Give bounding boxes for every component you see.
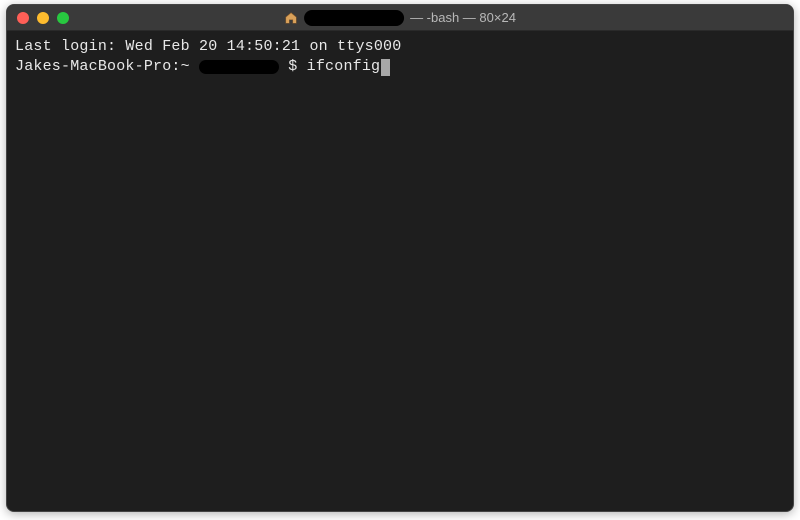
- home-icon: [284, 11, 298, 25]
- minimize-icon[interactable]: [37, 12, 49, 24]
- terminal-window: — -bash — 80×24 Last login: Wed Feb 20 1…: [6, 4, 794, 512]
- prompt-host: Jakes-MacBook-Pro:~: [15, 57, 190, 77]
- title-suffix: — -bash — 80×24: [410, 10, 516, 25]
- redacted-title-segment: [304, 10, 404, 26]
- terminal-body[interactable]: Last login: Wed Feb 20 14:50:21 on ttys0…: [7, 31, 793, 84]
- prompt-symbol: $: [288, 57, 297, 77]
- maximize-icon[interactable]: [57, 12, 69, 24]
- cursor-icon: [381, 59, 390, 76]
- redacted-prompt-segment: [199, 60, 279, 74]
- titlebar[interactable]: — -bash — 80×24: [7, 5, 793, 31]
- last-login-line: Last login: Wed Feb 20 14:50:21 on ttys0…: [15, 37, 785, 57]
- traffic-lights: [17, 12, 69, 24]
- window-title: — -bash — 80×24: [284, 10, 516, 26]
- typed-command: ifconfig: [307, 57, 381, 77]
- prompt-line: Jakes-MacBook-Pro:~ $ ifconfig: [15, 57, 785, 77]
- close-icon[interactable]: [17, 12, 29, 24]
